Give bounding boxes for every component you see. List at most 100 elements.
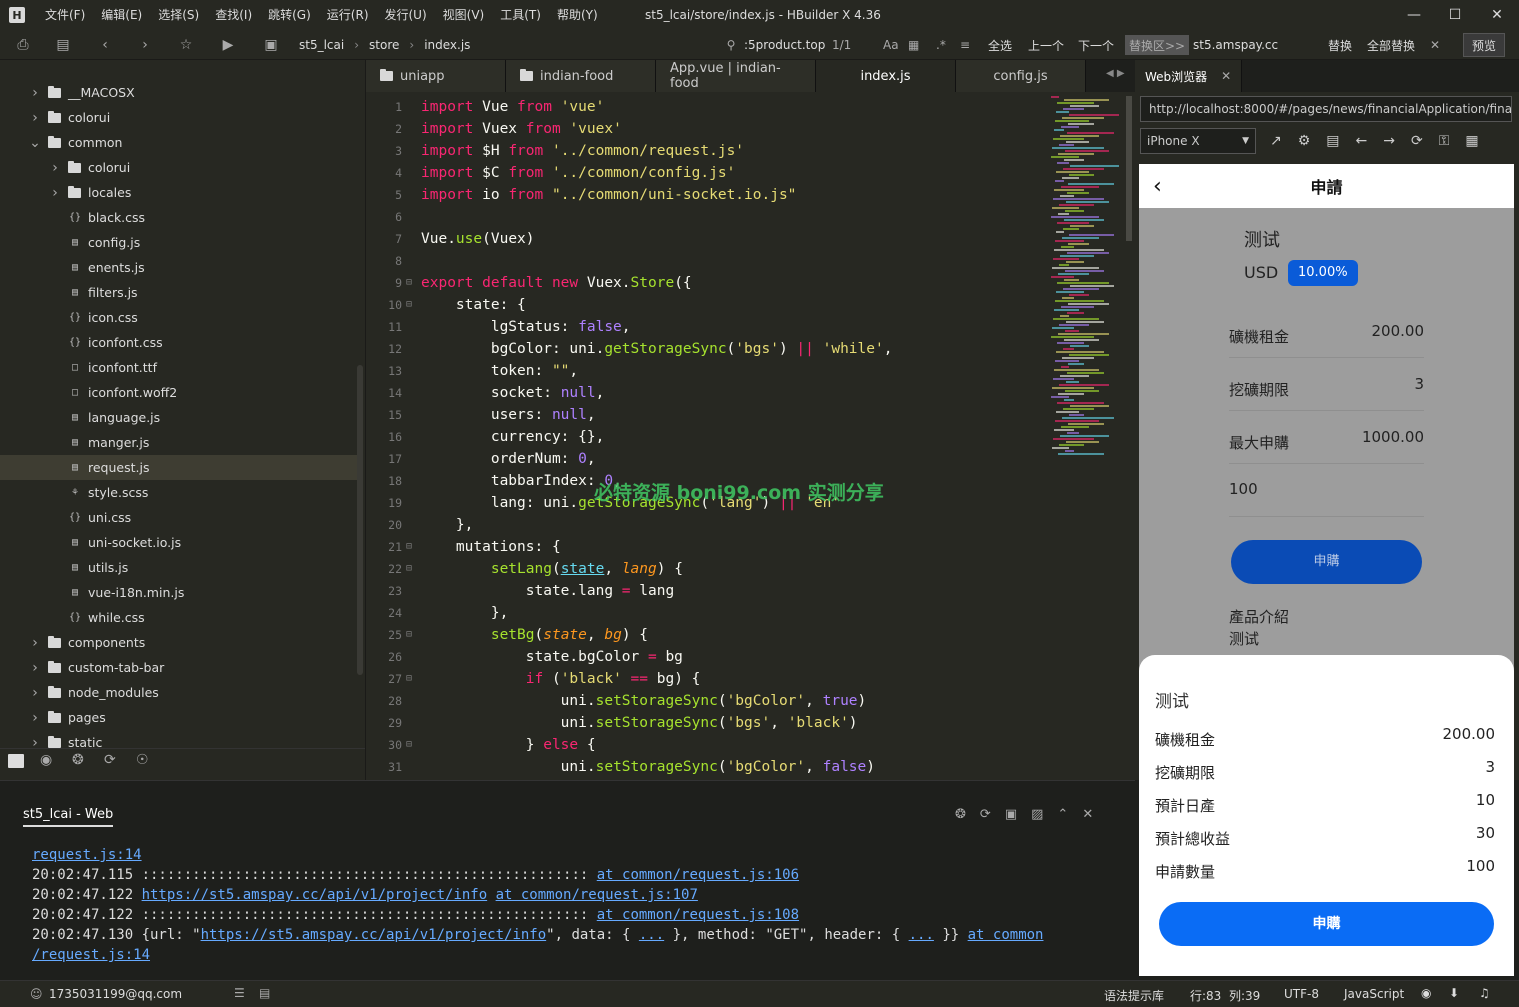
- maximize-button[interactable]: ☐: [1435, 0, 1475, 30]
- sheet-apply-button[interactable]: 申購: [1159, 902, 1494, 946]
- code-area[interactable]: 1 import Vue from 'vue' 2 import Vuex from …: [366, 96, 1046, 780]
- menu-item[interactable]: 帮助(Y): [549, 0, 606, 30]
- minimize-button[interactable]: —: [1394, 0, 1434, 30]
- tree-item[interactable]: ⌄ common: [0, 130, 357, 155]
- new-file-icon[interactable]: ⎙: [14, 36, 32, 54]
- tree-item[interactable]: ▤ vue-i18n.min.js: [0, 580, 357, 605]
- code-line[interactable]: 26 state.bgColor = bg: [366, 646, 1046, 668]
- open-external-icon[interactable]: ↗: [1270, 133, 1282, 149]
- close-button[interactable]: ✕: [1477, 0, 1517, 30]
- find-next-button[interactable]: 下一个: [1078, 30, 1114, 60]
- explorer-icon[interactable]: [8, 754, 24, 768]
- globe-icon[interactable]: ☉: [136, 752, 149, 768]
- selection-icon[interactable]: ≡: [960, 30, 970, 60]
- tree-item[interactable]: ▤ enents.js: [0, 255, 357, 280]
- menu-item[interactable]: 跳转(G): [260, 0, 319, 30]
- menu-item[interactable]: 查找(I): [207, 0, 260, 30]
- tree-item[interactable]: □ iconfont.ttf: [0, 355, 357, 380]
- code-line[interactable]: 4 import $C from '../common/config.js': [366, 162, 1046, 184]
- code-line[interactable]: 9 ⊟ export default new Vuex.Store({: [366, 272, 1046, 294]
- find-prev-button[interactable]: 上一个: [1028, 30, 1064, 60]
- arrow-left-icon[interactable]: ←: [1356, 133, 1368, 149]
- tree-item[interactable]: ▤ uni-socket.io.js: [0, 530, 357, 555]
- code-line[interactable]: 29 uni.setStorageSync('bgs', 'black'): [366, 712, 1046, 734]
- tree-item[interactable]: › custom-tab-bar: [0, 655, 357, 680]
- code-line[interactable]: 3 import $H from '../common/request.js': [366, 140, 1046, 162]
- tab-scroll-icon[interactable]: ◀ ▶: [1106, 68, 1125, 79]
- code-line[interactable]: 22 ⊟ setLang(state, lang) {: [366, 558, 1046, 580]
- replace-all-button[interactable]: 全部替换: [1367, 30, 1415, 60]
- tree-item[interactable]: › components: [0, 630, 357, 655]
- menu-item[interactable]: 编辑(E): [93, 0, 150, 30]
- code-line[interactable]: 13 token: "",: [366, 360, 1046, 382]
- tree-item[interactable]: ▤ manger.js: [0, 430, 357, 455]
- replace-input[interactable]: st5.amspay.cc: [1193, 30, 1278, 60]
- fold-icon[interactable]: ⊟: [406, 668, 412, 690]
- tab-web-browser[interactable]: Web浏览器 ✕: [1135, 60, 1243, 92]
- collapse-icon[interactable]: ⌃: [1057, 807, 1082, 822]
- tree-item[interactable]: {} iconfont.css: [0, 330, 357, 355]
- qrcode-icon[interactable]: ▦: [1465, 133, 1478, 149]
- chevron-down-icon[interactable]: ⌄: [28, 135, 42, 151]
- code-line[interactable]: 2 import Vuex from 'vuex': [366, 118, 1046, 140]
- menu-item[interactable]: 运行(R): [319, 0, 377, 30]
- restart-icon[interactable]: ⟳: [980, 807, 1005, 822]
- code-line[interactable]: 5 import io from "../common/uni-socket.io…: [366, 184, 1046, 206]
- bell-icon[interactable]: ♫: [1479, 986, 1490, 1000]
- project-icon[interactable]: ▣: [262, 36, 280, 54]
- code-line[interactable]: 7 Vue.use(Vuex): [366, 228, 1046, 250]
- tree-item[interactable]: {} uni.css: [0, 505, 357, 530]
- lock-icon[interactable]: ⚿: [1439, 133, 1450, 149]
- console-tab[interactable]: st5_lcai - Web: [23, 807, 114, 827]
- url-input[interactable]: http://localhost:8000/#/pages/news/finan…: [1140, 96, 1512, 122]
- tree-item[interactable]: {} while.css: [0, 605, 357, 630]
- cursor-column[interactable]: 列:39: [1229, 987, 1260, 1004]
- replace-toggle[interactable]: 替换区>>: [1125, 35, 1190, 55]
- code-line[interactable]: 20 },: [366, 514, 1046, 536]
- breadcrumb-file[interactable]: index.js: [424, 38, 470, 52]
- menu-item[interactable]: 文件(F): [37, 0, 93, 30]
- console-icon[interactable]: ▤: [1326, 133, 1339, 149]
- user-account[interactable]: 1735031199@qq.com: [49, 987, 182, 1001]
- code-line[interactable]: 31 uni.setStorageSync('bgColor', false): [366, 756, 1046, 778]
- tree-item[interactable]: ▤ config.js: [0, 230, 357, 255]
- whole-word-icon[interactable]: ▦: [908, 30, 919, 60]
- chevron-right-icon[interactable]: ›: [48, 160, 62, 176]
- chevron-right-icon[interactable]: ›: [28, 710, 42, 726]
- device-select[interactable]: iPhone X ▼: [1140, 128, 1256, 154]
- menu-item[interactable]: 发行(U): [377, 0, 435, 30]
- list-icon[interactable]: ☰: [234, 986, 245, 1000]
- menu-item[interactable]: 工具(T): [492, 0, 549, 30]
- preview-button[interactable]: 预览: [1463, 33, 1506, 57]
- code-line[interactable]: 15 users: null,: [366, 404, 1046, 426]
- tree-item[interactable]: ⚘ style.scss: [0, 480, 357, 505]
- run-icon[interactable]: ▶: [219, 36, 237, 54]
- tab-indian-food[interactable]: indian-food: [506, 60, 656, 92]
- menu-item[interactable]: 选择(S): [150, 0, 207, 30]
- tree-item[interactable]: {} black.css: [0, 205, 357, 230]
- download-icon[interactable]: ⬇: [1449, 986, 1459, 1000]
- amount-input[interactable]: 100: [1229, 480, 1258, 498]
- star-icon[interactable]: ☆: [177, 36, 195, 54]
- search-input[interactable]: :5product.top: [744, 30, 825, 60]
- refresh-icon[interactable]: ⟳: [1411, 133, 1423, 149]
- tree-item[interactable]: › pages: [0, 705, 357, 730]
- tab-uniapp[interactable]: uniapp: [366, 60, 506, 92]
- settings-icon[interactable]: ⚙: [1298, 133, 1311, 149]
- replace-button[interactable]: 替换: [1328, 30, 1352, 60]
- breadcrumb-folder[interactable]: store: [369, 38, 399, 52]
- code-line[interactable]: 25 ⊟ setBg(state, bg) {: [366, 624, 1046, 646]
- tree-item[interactable]: ▤ utils.js: [0, 555, 357, 580]
- tab-app-vue-indian-food[interactable]: App.vue | indian-food: [656, 60, 816, 92]
- menu-item[interactable]: 视图(V): [435, 0, 493, 30]
- code-line[interactable]: 8: [366, 250, 1046, 272]
- encoding[interactable]: UTF-8: [1284, 987, 1319, 1001]
- language-mode[interactable]: JavaScript: [1344, 987, 1404, 1001]
- bug-icon[interactable]: ❂: [955, 807, 980, 822]
- fold-icon[interactable]: ⊟: [406, 734, 412, 756]
- tree-item[interactable]: › locales: [0, 180, 357, 205]
- chevron-right-icon[interactable]: ›: [28, 660, 42, 676]
- editor-scrollbar[interactable]: [1126, 96, 1132, 241]
- code-line[interactable]: 1 import Vue from 'vue': [366, 96, 1046, 118]
- tree-item[interactable]: {} icon.css: [0, 305, 357, 330]
